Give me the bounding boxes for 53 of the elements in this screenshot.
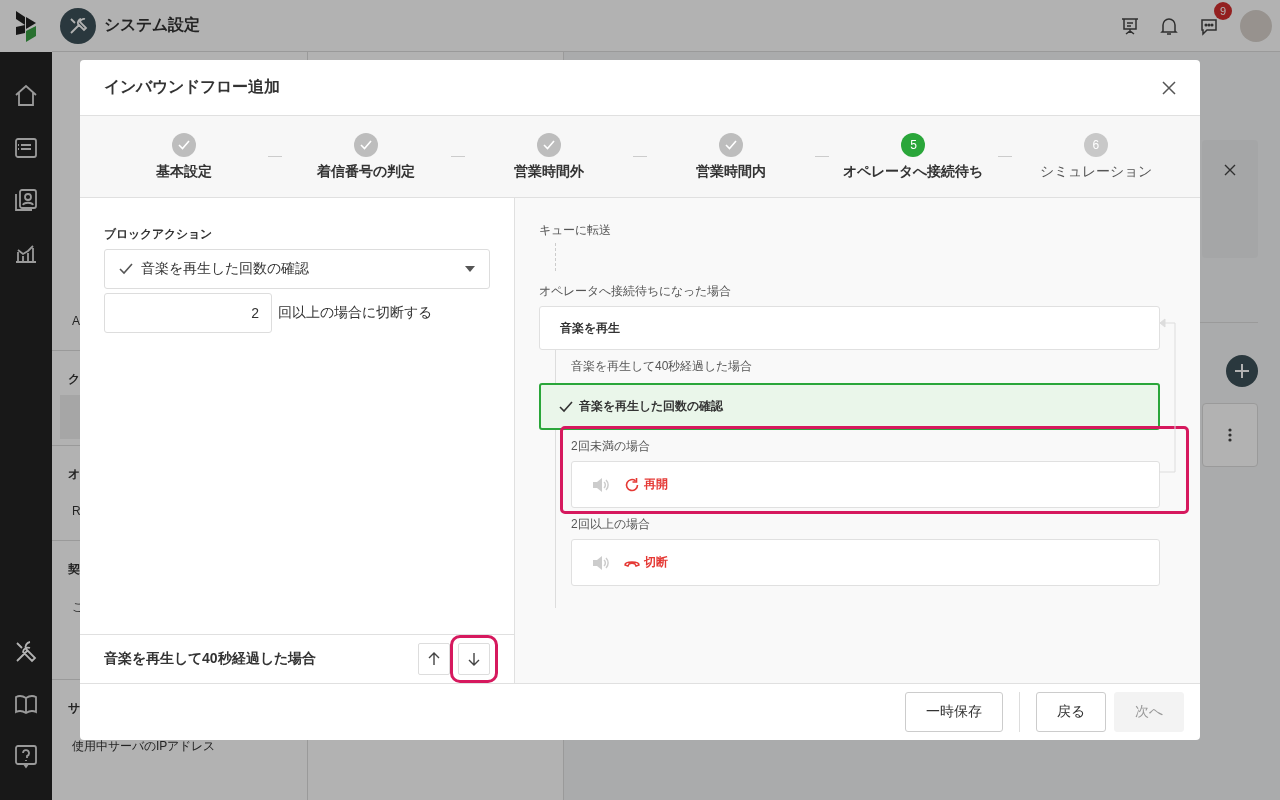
- step-label[interactable]: 着信番号の判定: [317, 162, 416, 181]
- caret-icon: [465, 266, 475, 272]
- action-label: 切断: [644, 554, 668, 571]
- step-label[interactable]: オペレータへ接続待ち: [843, 162, 984, 181]
- close-icon[interactable]: [1224, 164, 1236, 176]
- speaker-icon: [592, 554, 610, 571]
- step-label[interactable]: シミュレーション: [1039, 162, 1152, 181]
- page-title: システム設定: [104, 15, 200, 35]
- field-label: ブロックアクション: [104, 226, 213, 243]
- flow-block[interactable]: 再開: [571, 461, 1160, 508]
- action-label: 再開: [644, 476, 668, 493]
- plus-icon: [1234, 363, 1250, 379]
- close-button[interactable]: [1162, 80, 1176, 95]
- step-indicator: 5: [901, 132, 926, 157]
- branch-condition: 2回以上の場合: [571, 516, 651, 533]
- condition-label: 音楽を再生して40秒経過した場合: [104, 650, 316, 668]
- help-icon[interactable]: [12, 742, 40, 770]
- arrow-down-icon: [468, 652, 480, 666]
- flow-block[interactable]: 切断: [571, 539, 1160, 586]
- count-field[interactable]: 2: [104, 293, 272, 333]
- bell-icon[interactable]: [1160, 15, 1178, 36]
- flow-source: キューに転送: [539, 222, 612, 239]
- check-icon: [360, 139, 373, 150]
- check-icon: [178, 139, 191, 150]
- selected-flow-block[interactable]: 音楽を再生した回数の確認: [539, 383, 1160, 430]
- arrow-up-icon: [428, 652, 440, 666]
- contact-icon[interactable]: [12, 186, 40, 214]
- flow-trigger: オペレータへ接続待ちになった場合: [539, 283, 732, 300]
- restart-icon: [624, 476, 640, 493]
- step-label[interactable]: 営業時間外: [513, 162, 584, 181]
- flow-block[interactable]: 音楽を再生: [539, 306, 1160, 350]
- check-icon: [725, 139, 738, 150]
- notification-badge: 9: [1214, 1, 1232, 20]
- step-label[interactable]: 基本設定: [156, 162, 213, 181]
- check-icon: [559, 400, 573, 413]
- save-draft-button[interactable]: 一時保存: [905, 692, 1003, 732]
- speaker-icon: [592, 476, 610, 493]
- step-label[interactable]: 営業時間内: [696, 162, 767, 181]
- logo-icon[interactable]: [14, 9, 38, 43]
- check-icon: [542, 139, 555, 150]
- add-button[interactable]: [1226, 355, 1258, 387]
- block-action-select[interactable]: 音楽を再生した回数の確認: [104, 249, 490, 289]
- check-icon: [119, 263, 133, 275]
- flow-condition: 音楽を再生して40秒経過した場合: [571, 358, 754, 375]
- close-icon: [1162, 80, 1176, 95]
- branch-condition: 2回未満の場合: [571, 438, 651, 455]
- back-button[interactable]: 戻る: [1036, 692, 1106, 732]
- tools-icon: [68, 15, 88, 36]
- dialog-title: インバウンドフロー追加: [104, 77, 280, 97]
- more-icon[interactable]: [1228, 428, 1232, 442]
- presentation-icon[interactable]: [1120, 15, 1140, 36]
- move-up-button[interactable]: [418, 643, 450, 675]
- count-suffix: 回以上の場合に切断する: [278, 304, 432, 322]
